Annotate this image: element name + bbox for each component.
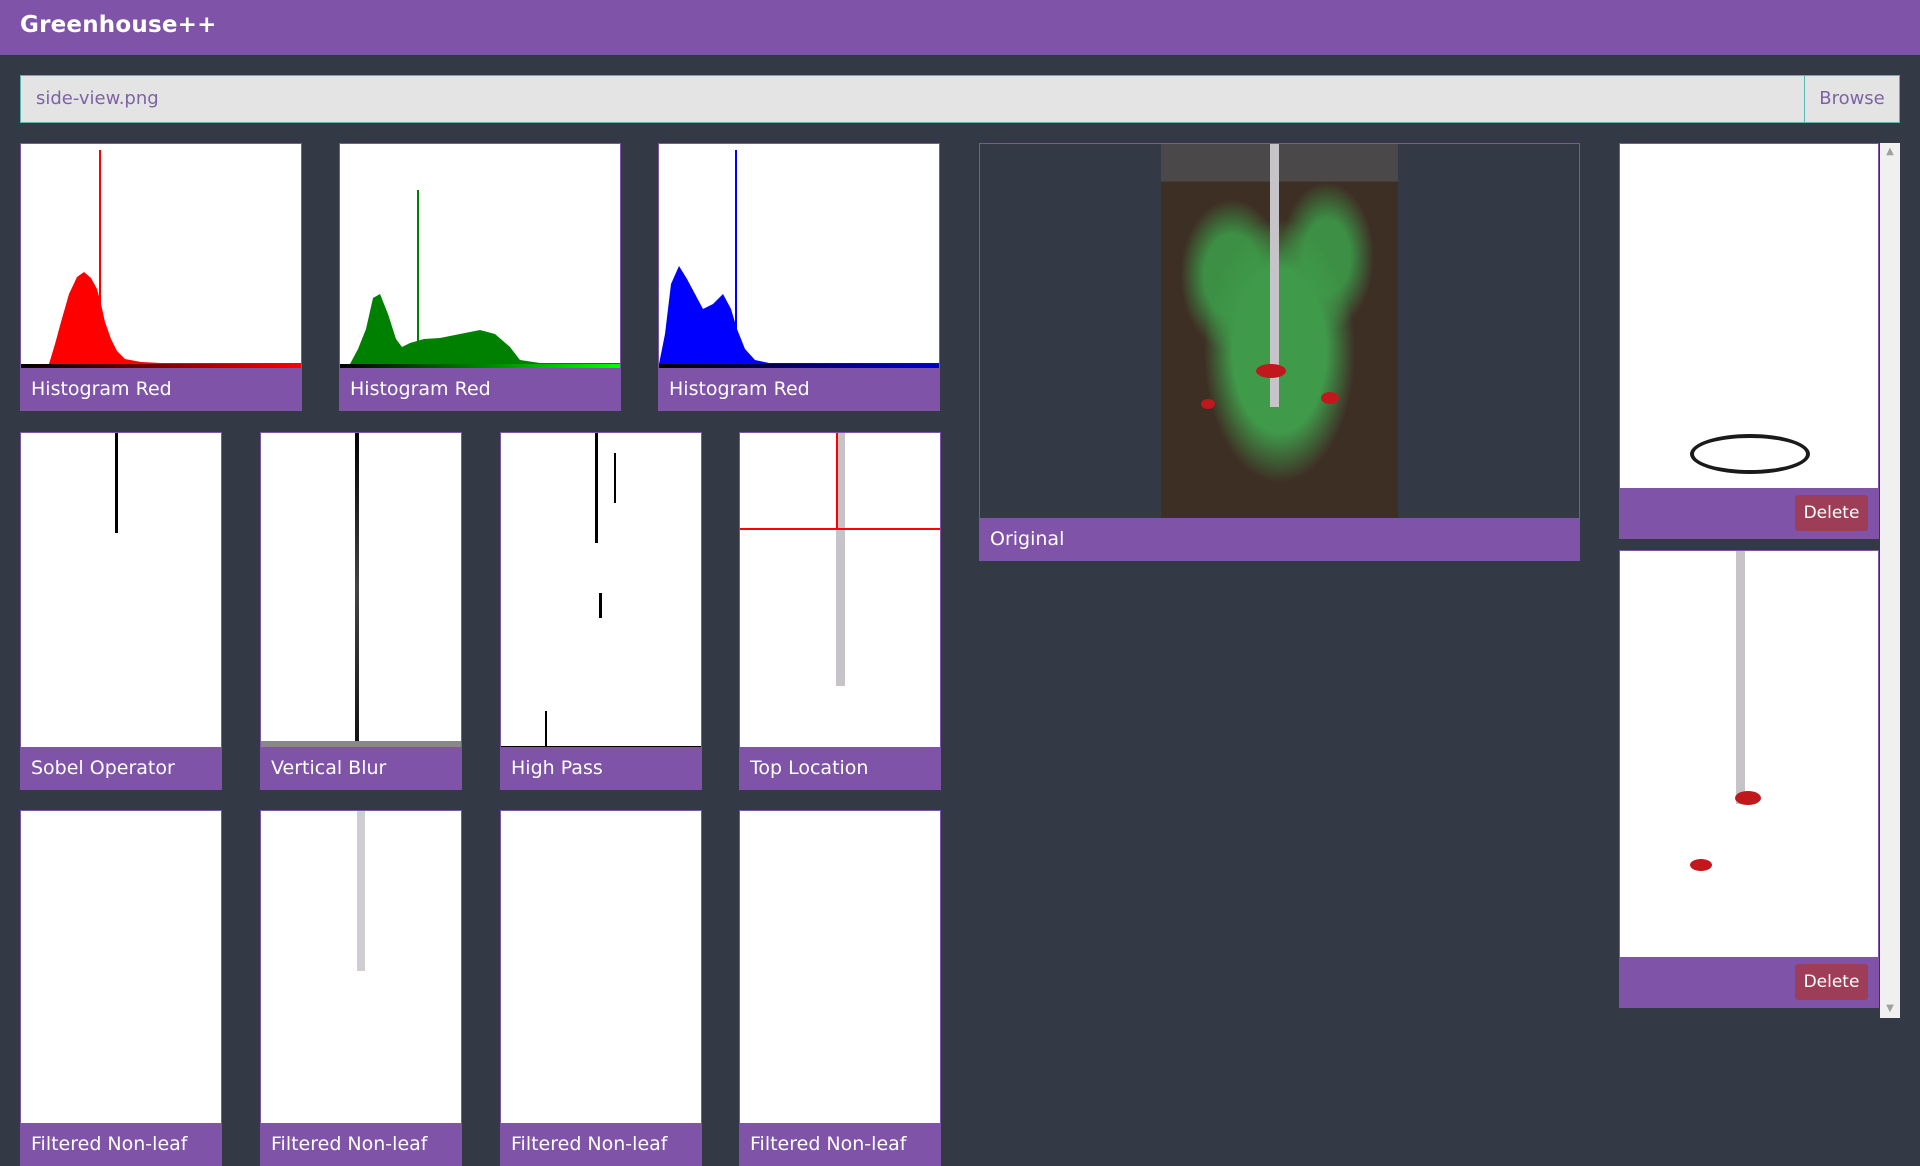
histogram-card-blue[interactable]: Histogram Red — [658, 143, 940, 411]
original-caption: Original — [980, 518, 1579, 560]
histogram-image — [21, 144, 301, 370]
app-title[interactable]: Greenhouse++ — [20, 12, 217, 38]
original-image-frame — [980, 144, 1579, 520]
histogram-image — [340, 144, 620, 370]
scroll-down-icon[interactable]: ▼ — [1880, 1000, 1900, 1018]
gallery-item-garden[interactable]: Delete — [1619, 143, 1879, 539]
histogram-card-green[interactable]: Histogram Red — [339, 143, 621, 411]
mask-caption: Filtered Non-leaf — [261, 1123, 461, 1165]
file-name-input[interactable]: side-view.png — [21, 76, 1805, 122]
histogram-red-spike — [99, 150, 101, 364]
mask-card-orange[interactable]: Filtered Non-leaf — [20, 810, 222, 1166]
mask-card-green[interactable]: Filtered Non-leaf — [500, 810, 702, 1166]
navbar: Greenhouse++ — [0, 0, 1920, 55]
histogram-blue-chart — [659, 150, 939, 370]
histogram-caption: Histogram Red — [21, 368, 301, 410]
gallery-thumbnail[interactable] — [1620, 144, 1878, 490]
filtered-non-leaf-image — [21, 811, 221, 1127]
delete-button[interactable]: Delete — [1795, 964, 1868, 1000]
gallery-thumbnail[interactable] — [1620, 551, 1878, 959]
mask-card-leaf[interactable]: Filtered Non-leaf — [739, 810, 941, 1166]
histogram-green-spike — [417, 190, 419, 364]
filter-caption: Sobel Operator — [21, 747, 221, 789]
filter-card-vertical-blur[interactable]: Vertical Blur — [260, 432, 462, 790]
top-location-marker-v — [836, 433, 838, 528]
mask-caption: Filtered Non-leaf — [501, 1123, 701, 1165]
delete-button[interactable]: Delete — [1795, 495, 1868, 531]
filter-caption: Top Location — [740, 747, 940, 789]
histogram-blue-spike — [735, 150, 737, 364]
histogram-red-chart — [21, 150, 301, 370]
browse-button[interactable]: Browse — [1804, 76, 1899, 122]
original-card[interactable]: Original — [979, 143, 1580, 561]
mask-caption: Filtered Non-leaf — [21, 1123, 221, 1165]
gallery-item-bar: Delete — [1620, 957, 1878, 1007]
sobel-image — [21, 433, 221, 749]
histogram-blue-area — [659, 266, 939, 364]
filter-card-high-pass[interactable]: High Pass — [500, 432, 702, 790]
original-image — [1161, 144, 1398, 520]
histogram-caption: Histogram Red — [659, 368, 939, 410]
gallery-item-bar: Delete — [1620, 488, 1878, 538]
gallery-item-side-view[interactable]: Delete — [1619, 550, 1879, 1008]
vertical-blur-image — [261, 433, 461, 749]
histogram-green-chart — [340, 190, 620, 370]
high-pass-image — [501, 433, 701, 749]
top-location-marker-h — [740, 528, 940, 530]
gallery-scrollbar[interactable]: ▲ ▼ — [1880, 143, 1900, 1018]
histogram-caption: Histogram Red — [340, 368, 620, 410]
mask-caption: Filtered Non-leaf — [740, 1123, 940, 1165]
filtered-non-leaf-image — [501, 811, 701, 1127]
scroll-up-icon[interactable]: ▲ — [1880, 143, 1900, 161]
filtered-non-leaf-image — [740, 811, 940, 1127]
histogram-image — [659, 144, 939, 370]
file-chooser: side-view.png Browse — [20, 75, 1900, 123]
histogram-red-area — [49, 272, 301, 364]
filter-card-top-location[interactable]: Top Location — [739, 432, 941, 790]
filter-card-sobel[interactable]: Sobel Operator — [20, 432, 222, 790]
filter-caption: Vertical Blur — [261, 747, 461, 789]
filtered-non-leaf-image — [261, 811, 461, 1127]
histogram-green-area — [350, 294, 620, 364]
histogram-card-red[interactable]: Histogram Red — [20, 143, 302, 411]
mask-card-dark[interactable]: Filtered Non-leaf — [260, 810, 462, 1166]
filter-caption: High Pass — [501, 747, 701, 789]
top-location-image — [740, 433, 940, 749]
